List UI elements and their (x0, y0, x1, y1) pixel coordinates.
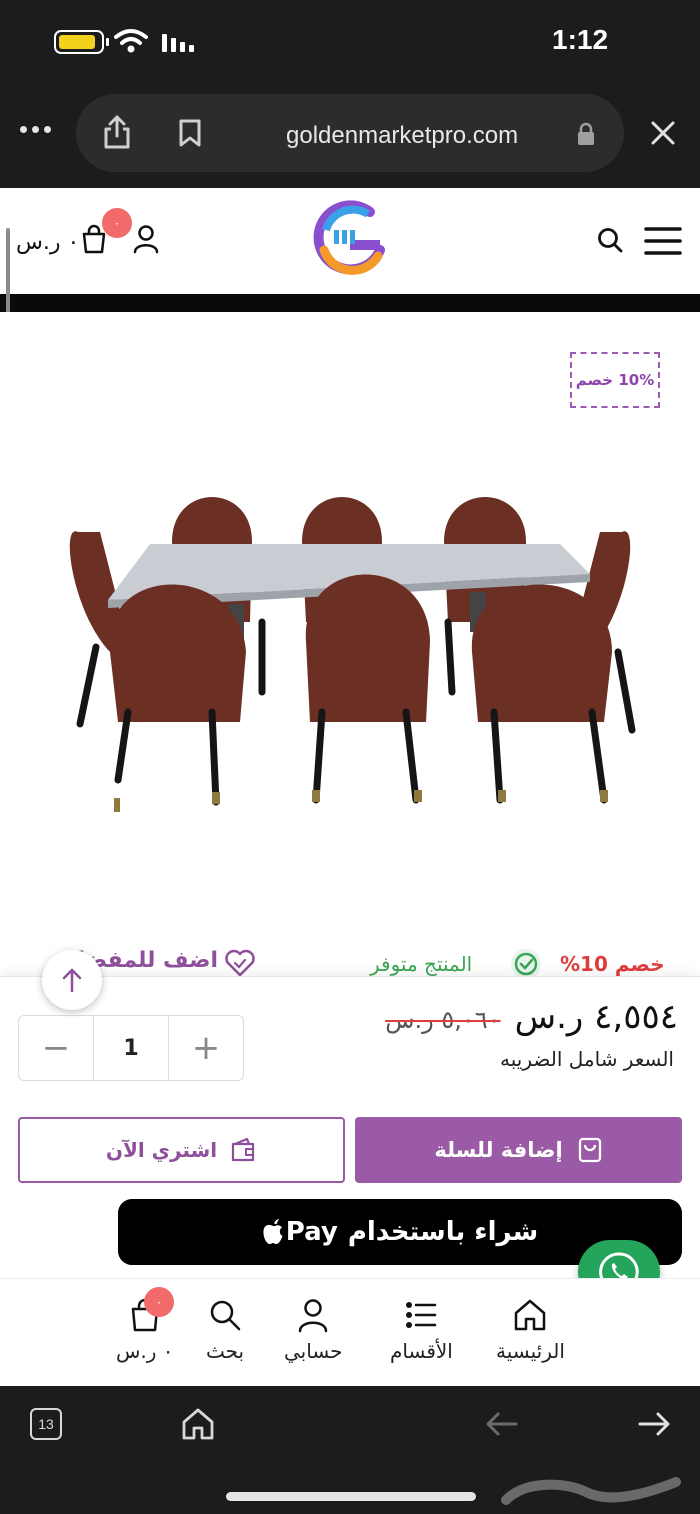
close-icon[interactable] (650, 120, 676, 146)
watermark-logo (501, 1477, 681, 1505)
more-options-icon[interactable] (20, 126, 52, 138)
nav-account-label: حسابي (284, 1339, 343, 1363)
buy-now-label: اشتري الآن (105, 1138, 218, 1162)
back-arrow-icon[interactable] (484, 1410, 518, 1438)
share-icon[interactable] (102, 114, 132, 150)
browser-toolbar: 13 (0, 1386, 700, 1514)
menu-icon[interactable] (644, 226, 682, 256)
search-icon (210, 1300, 241, 1331)
list-icon (406, 1302, 437, 1328)
scroll-to-top-button[interactable] (42, 950, 102, 1010)
nav-home-label: الرئيسية (496, 1339, 565, 1363)
cart-count-badge: ٠ (102, 208, 132, 238)
wifi-icon (114, 29, 148, 53)
increase-quantity-button[interactable]: + (169, 1016, 243, 1080)
nav-home[interactable]: الرئيسية (496, 1297, 565, 1363)
nav-account[interactable]: حسابي (284, 1297, 343, 1363)
nav-search-label: بحث (206, 1339, 245, 1363)
header-cart-total[interactable]: ٠ ر.س (16, 230, 79, 255)
product-image[interactable] (0, 312, 700, 952)
nav-search[interactable]: بحث (206, 1297, 244, 1363)
wallet-icon (232, 1137, 255, 1162)
url-field[interactable]: goldenmarketpro.com (76, 94, 624, 172)
url-text: goldenmarketpro.com (286, 122, 519, 149)
quantity-stepper: − 1 + (18, 1015, 244, 1081)
user-icon (299, 1299, 328, 1333)
add-to-cart-button[interactable]: إضافة للسلة (355, 1117, 682, 1183)
nav-cart-label: ٠ ر.س (116, 1339, 174, 1363)
nav-categories-label: الأقسام (390, 1339, 453, 1363)
dining-set-illustration (69, 497, 636, 812)
cart-bag-icon (578, 1137, 601, 1163)
decrease-quantity-button[interactable]: − (19, 1016, 93, 1080)
search-icon[interactable] (596, 226, 624, 254)
nav-cart-count-badge: ٠ (144, 1287, 174, 1317)
site-logo[interactable] (310, 200, 392, 280)
nav-categories[interactable]: الأقسام (390, 1297, 453, 1363)
tab-count: 13 (38, 1416, 54, 1432)
bottom-navigation: الرئيسية الأقسام حسابي بحث ٠ ر.س ٠ (0, 1278, 700, 1386)
purchase-panel: − 1 + ٤,٥٥٤ ر.س ٥,٠٦٠ ر.س السعر شامل الض… (0, 976, 700, 1278)
current-price: ٤,٥٥٤ ر.س (514, 997, 678, 1037)
price-row: ٤,٥٥٤ ر.س ٥,٠٦٠ ر.س (385, 997, 678, 1037)
status-bar: 1:12 (0, 0, 700, 88)
discount-label: خصم 10% (560, 952, 665, 976)
user-icon[interactable] (132, 224, 160, 254)
heart-icon[interactable] (224, 948, 256, 978)
lock-icon (578, 122, 594, 145)
apple-pay-brand: Pay (285, 1217, 338, 1247)
apple-icon (263, 1219, 283, 1244)
clock: 1:12 (552, 24, 609, 55)
quantity-input[interactable]: 1 (93, 1016, 169, 1080)
buy-now-button[interactable]: اشتري الآن (18, 1117, 345, 1183)
arrow-up-icon (62, 968, 82, 993)
header-divider (0, 294, 700, 312)
home-icon[interactable] (180, 1406, 216, 1442)
browser-address-bar: goldenmarketpro.com (0, 88, 700, 188)
site-header: ٠ ر.س ٠ (0, 188, 700, 294)
product-meta-row: خصم 10% المنتج متوفر اضف للمفضلة (0, 940, 700, 979)
home-icon (515, 1299, 546, 1331)
bookmark-icon[interactable] (178, 118, 202, 148)
tax-note: السعر شامل الضريبه (500, 1047, 674, 1071)
discount-tag: 10% خصم (570, 352, 660, 408)
tabs-button[interactable]: 13 (30, 1408, 62, 1440)
stock-status: المنتج متوفر (370, 952, 473, 976)
original-price: ٥,٠٦٠ ر.س (385, 1006, 501, 1034)
forward-arrow-icon[interactable] (638, 1410, 672, 1438)
signal-icon (162, 34, 194, 52)
battery-icon (54, 30, 109, 54)
home-indicator (226, 1492, 476, 1501)
apple-pay-label: شراء باستخدام (347, 1217, 539, 1247)
add-to-cart-label: إضافة للسلة (434, 1138, 563, 1162)
